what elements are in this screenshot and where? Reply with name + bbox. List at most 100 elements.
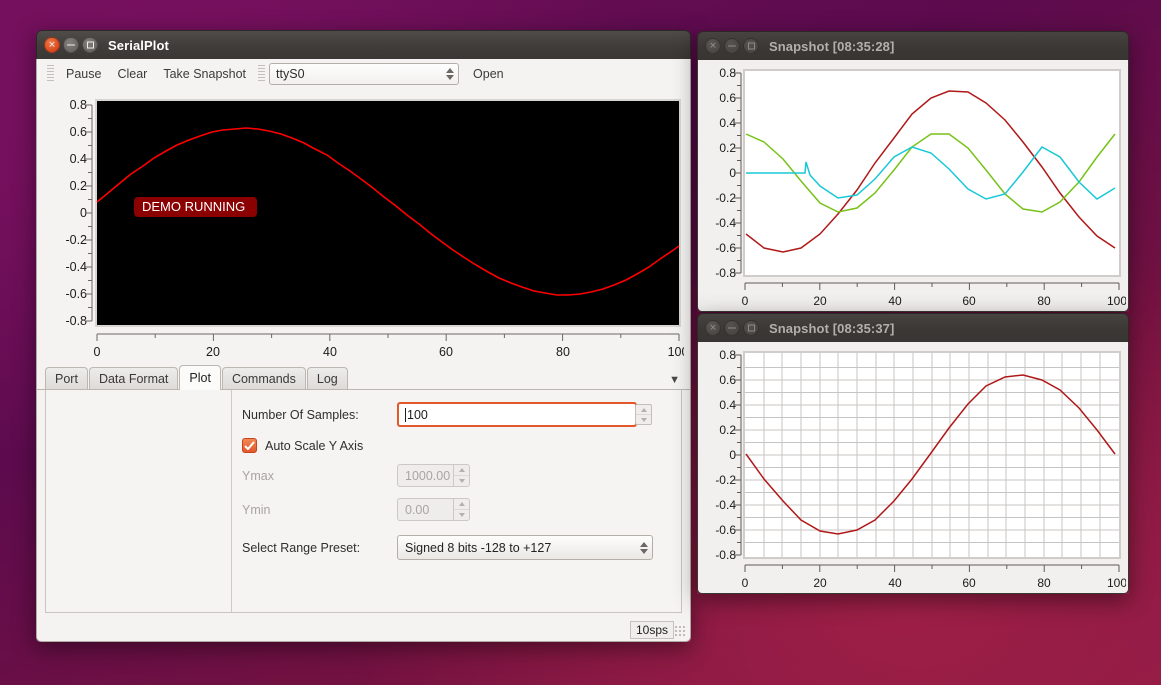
snapshot-1-body: 0.8 0.6 0.4 0.2 0 -0.2 -0.4 -0.6 -0.8 0 … <box>697 60 1129 312</box>
open-button[interactable]: Open <box>465 64 512 84</box>
svg-text:-0.6: -0.6 <box>715 523 736 537</box>
svg-text:-0.4: -0.4 <box>715 498 736 512</box>
check-icon <box>244 441 255 450</box>
main-plot-x-axis <box>96 333 680 341</box>
snapshot-1-x-axis <box>744 282 1120 290</box>
demo-running-label: DEMO RUNNING <box>142 199 245 214</box>
ymin-row: Ymin 0.00 <box>242 498 667 521</box>
chevron-updown-icon <box>446 68 455 80</box>
ymin-value: 0.00 <box>405 502 430 517</box>
take-snapshot-button[interactable]: Take Snapshot <box>155 64 254 84</box>
svg-text:80: 80 <box>556 345 570 359</box>
toolbar-grip-icon-2[interactable] <box>258 65 266 83</box>
tab-log[interactable]: Log <box>306 367 348 389</box>
plot-settings-form: Number Of Samples: 100 Auto Scale Y Axis… <box>232 390 681 612</box>
minimize-icon[interactable] <box>724 38 740 54</box>
serialplot-titlebar[interactable]: ✕ SerialPlot <box>36 30 691 59</box>
ymax-stepper <box>453 465 469 486</box>
svg-text:20: 20 <box>206 345 220 359</box>
chevron-updown-icon-2 <box>640 541 648 554</box>
snapshot-2-x-axis <box>744 564 1120 572</box>
svg-text:0.6: 0.6 <box>719 91 736 105</box>
serialplot-body: Pause Clear Take Snapshot ttyS0 Open 0.8… <box>36 59 691 642</box>
close-icon[interactable]: ✕ <box>705 320 721 336</box>
svg-text:0.8: 0.8 <box>719 348 736 362</box>
close-icon[interactable]: ✕ <box>44 37 60 53</box>
range-preset-select[interactable]: Signed 8 bits -128 to +127 <box>397 535 653 560</box>
window-controls: ✕ <box>705 320 759 336</box>
svg-text:-0.4: -0.4 <box>65 260 87 274</box>
svg-text:-0.2: -0.2 <box>65 233 87 247</box>
ymax-value: 1000.00 <box>405 468 451 483</box>
serialplot-window: ✕ SerialPlot Pause Clear Take Snapshot t… <box>36 30 691 642</box>
demo-running-badge: DEMO RUNNING <box>134 197 257 217</box>
ymax-label: Ymax <box>242 468 274 483</box>
plot-settings-page: Number Of Samples: 100 Auto Scale Y Axis… <box>45 390 682 613</box>
minimize-icon[interactable] <box>63 37 79 53</box>
auto-scale-label: Auto Scale Y Axis <box>265 438 364 453</box>
num-samples-label: Number Of Samples: <box>242 407 359 422</box>
ymin-stepper <box>453 499 469 520</box>
svg-text:0.8: 0.8 <box>70 98 87 112</box>
snapshot-2-titlebar[interactable]: ✕ Snapshot [08:35:37] <box>697 313 1129 342</box>
main-plot[interactable]: 0.8 0.6 0.4 0.2 0 -0.2 -0.4 -0.6 -0.8 DE… <box>43 93 684 361</box>
snapshot-window-2: ✕ Snapshot [08:35:37] 0.8 0.6 0.4 0.2 0 … <box>697 313 1129 594</box>
svg-text:0.4: 0.4 <box>719 398 736 412</box>
ymax-input: 1000.00 <box>397 464 470 487</box>
svg-text:20: 20 <box>813 576 827 590</box>
snapshot-1-y-axis: 0.8 0.6 0.4 0.2 0 -0.2 -0.4 -0.6 -0.8 <box>715 66 742 280</box>
tab-plot[interactable]: Plot <box>179 365 221 390</box>
svg-text:0.2: 0.2 <box>719 423 736 437</box>
svg-text:80: 80 <box>1037 576 1051 590</box>
maximize-icon[interactable] <box>743 320 759 336</box>
maximize-icon[interactable] <box>82 37 98 53</box>
svg-text:0.4: 0.4 <box>719 116 736 130</box>
snapshot-2-body: 0.8 0.6 0.4 0.2 0 -0.2 -0.4 -0.6 -0.8 0 … <box>697 342 1129 594</box>
snapshot-1-plot[interactable]: 0.8 0.6 0.4 0.2 0 -0.2 -0.4 -0.6 -0.8 0 … <box>700 62 1126 311</box>
svg-text:0.6: 0.6 <box>70 125 87 139</box>
maximize-icon[interactable] <box>743 38 759 54</box>
minimize-icon[interactable] <box>724 320 740 336</box>
range-preset-value: Signed 8 bits -128 to +127 <box>405 540 552 555</box>
chevron-down-icon[interactable]: ▼ <box>669 374 680 386</box>
tab-commands[interactable]: Commands <box>221 367 306 389</box>
plot-settings-left-pane <box>46 390 232 612</box>
main-plot-container: 0.8 0.6 0.4 0.2 0 -0.2 -0.4 -0.6 -0.8 DE… <box>37 89 690 361</box>
clear-button[interactable]: Clear <box>109 64 155 84</box>
window-controls: ✕ <box>705 38 759 54</box>
svg-text:-0.6: -0.6 <box>715 241 736 255</box>
svg-text:-0.8: -0.8 <box>715 548 736 562</box>
num-samples-stepper[interactable] <box>635 404 652 425</box>
svg-text:0: 0 <box>94 345 101 359</box>
svg-text:0.2: 0.2 <box>70 179 87 193</box>
svg-text:100: 100 <box>1107 576 1126 590</box>
serial-port-select[interactable]: ttyS0 <box>269 63 460 85</box>
svg-text:100: 100 <box>1107 294 1126 308</box>
num-samples-row: Number Of Samples: 100 <box>242 402 667 427</box>
snapshot-2-plot[interactable]: 0.8 0.6 0.4 0.2 0 -0.2 -0.4 -0.6 -0.8 0 … <box>700 344 1126 593</box>
auto-scale-row: Auto Scale Y Axis <box>242 438 667 453</box>
tab-port[interactable]: Port <box>45 367 88 389</box>
svg-text:40: 40 <box>888 294 902 308</box>
num-samples-value: 100 <box>407 407 428 422</box>
toolbar-grip-icon[interactable] <box>47 65 54 83</box>
close-icon[interactable]: ✕ <box>705 38 721 54</box>
svg-text:0.2: 0.2 <box>719 141 736 155</box>
svg-text:100: 100 <box>668 345 684 359</box>
svg-text:0.8: 0.8 <box>719 66 736 80</box>
pause-button[interactable]: Pause <box>58 64 109 84</box>
resize-grip-icon[interactable] <box>674 625 687 638</box>
window-controls: ✕ <box>44 37 98 53</box>
svg-text:-0.2: -0.2 <box>715 473 736 487</box>
range-preset-row: Select Range Preset: Signed 8 bits -128 … <box>242 535 667 560</box>
desktop-background: ✕ SerialPlot Pause Clear Take Snapshot t… <box>0 0 1161 685</box>
svg-text:-0.8: -0.8 <box>65 314 87 328</box>
num-samples-input[interactable]: 100 <box>397 402 652 427</box>
window-title: Snapshot [08:35:37] <box>769 320 895 336</box>
snapshot-1-titlebar[interactable]: ✕ Snapshot [08:35:28] <box>697 31 1129 60</box>
svg-text:-0.6: -0.6 <box>65 287 87 301</box>
auto-scale-checkbox[interactable] <box>242 438 257 453</box>
tab-data-format[interactable]: Data Format <box>88 367 179 389</box>
ymin-input: 0.00 <box>397 498 470 521</box>
ymax-row: Ymax 1000.00 <box>242 464 667 487</box>
